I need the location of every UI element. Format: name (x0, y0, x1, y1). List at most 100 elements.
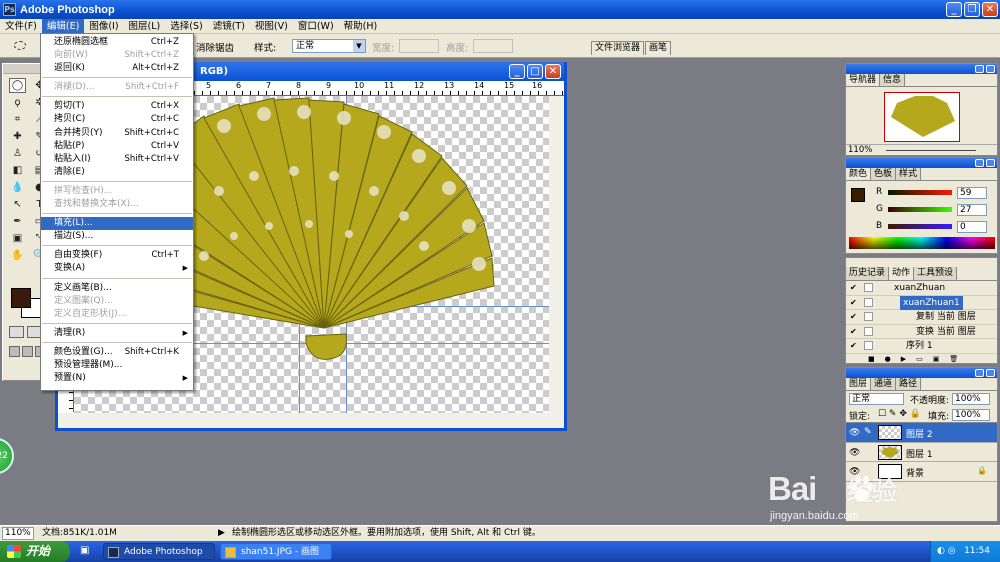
eraser-tool-icon[interactable]: ◧ (9, 163, 26, 178)
path-select-icon[interactable]: ↖ (9, 197, 26, 212)
horizontal-scrollbar[interactable] (58, 413, 564, 428)
green-value-input[interactable]: 27 (957, 204, 987, 216)
file-browser-tab[interactable]: 文件浏览器 (591, 41, 645, 55)
status-arrow-icon[interactable]: ▶ (218, 526, 225, 541)
tab-styles[interactable]: 样式 (896, 168, 922, 180)
tab-channels[interactable]: 通道 (871, 378, 897, 390)
navigator-zoom-slider[interactable] (886, 150, 976, 151)
stop-icon[interactable]: ■ (868, 354, 875, 365)
restore-button[interactable]: ❐ (964, 2, 980, 17)
elliptical-marquee-icon[interactable] (14, 41, 26, 50)
show-desktop-icon[interactable]: ▣ (80, 545, 89, 556)
brushes-tab[interactable]: 画笔 (645, 41, 672, 55)
tab-layers[interactable]: 图层 (846, 378, 872, 390)
menu-help[interactable]: 帮助(H) (339, 19, 383, 34)
menu-purge[interactable]: 清理(R) ▶ (41, 327, 193, 340)
menu-edit[interactable]: 编辑(E) (41, 18, 85, 34)
menu-stroke[interactable]: 描边(S)... (41, 230, 193, 243)
hand-tool-icon[interactable]: ✋ (9, 248, 26, 263)
action-row[interactable]: ✔ 序列 1 (846, 339, 997, 354)
color-spectrum-bar[interactable] (849, 237, 995, 249)
menu-clear[interactable]: 清除(E) (41, 166, 193, 179)
tab-tool-presets[interactable]: 工具预设 (914, 267, 958, 280)
menu-free-transform[interactable]: 自由变换(F) Ctrl+T (41, 249, 193, 262)
panel-minimize-button[interactable] (975, 369, 984, 377)
crop-tool-icon[interactable]: ⌗ (9, 112, 26, 127)
lock-icons[interactable]: ☐ ✎ ✥ 🔒 (878, 409, 921, 419)
foreground-color-swatch[interactable] (11, 288, 31, 308)
dialog-toggle[interactable] (864, 326, 873, 336)
vertical-scrollbar[interactable] (549, 96, 564, 414)
check-icon[interactable]: ✔ (850, 341, 859, 350)
panel-close-button[interactable] (986, 65, 995, 73)
new-set-icon[interactable]: ▭ (916, 354, 923, 365)
menu-copy[interactable]: 拷贝(C) Ctrl+C (41, 113, 193, 126)
lasso-tool-icon[interactable]: ϙ (9, 95, 26, 110)
doc-maximize-button[interactable]: □ (527, 64, 543, 79)
menu-color-settings[interactable]: 颜色设置(G)... Shift+Ctrl+K (41, 346, 193, 359)
height-input[interactable] (473, 39, 513, 53)
layer-row-layer1[interactable]: 👁 图层 1 (846, 443, 997, 462)
menu-image[interactable]: 图像(I) (84, 19, 123, 34)
menu-spell-check[interactable]: 拼写检查(H)... (41, 185, 193, 198)
menu-fill[interactable]: 填充(L)... (41, 217, 193, 231)
screen-mode-full-menu[interactable] (22, 346, 33, 357)
dialog-toggle[interactable] (864, 312, 873, 321)
blend-mode-select[interactable]: 正常 (849, 393, 904, 405)
panel-minimize-button[interactable] (975, 65, 984, 73)
action-row[interactable]: ✔ 变换 当前 图层 (846, 325, 997, 339)
blue-slider[interactable] (888, 224, 952, 229)
blur-tool-icon[interactable]: 💧 (9, 180, 26, 195)
menu-window[interactable]: 窗口(W) (293, 19, 339, 34)
menu-file[interactable]: 文件(F) (0, 19, 42, 34)
tab-color[interactable]: 颜色 (846, 168, 872, 180)
opacity-input[interactable]: 100% (952, 393, 990, 405)
taskbar-item-paint[interactable]: shan51.JPG - 画图 (220, 543, 332, 560)
record-icon[interactable]: ● (885, 354, 891, 365)
navigator-zoom[interactable]: 110% (848, 145, 872, 155)
menu-define-brush[interactable]: 定义画笔(B)... (41, 282, 193, 295)
eye-icon[interactable]: 👁 (849, 428, 860, 438)
panel-close-button[interactable] (986, 159, 995, 167)
tab-swatches[interactable]: 色板 (871, 168, 897, 180)
panel-minimize-button[interactable] (975, 159, 984, 167)
menu-preset-manager[interactable]: 预设管理器(M)... (41, 359, 193, 372)
check-icon[interactable]: ✔ (850, 298, 859, 307)
fill-input[interactable]: 100% (952, 409, 990, 421)
panel-close-button[interactable] (986, 369, 995, 377)
status-zoom-input[interactable]: 110% (2, 527, 34, 540)
play-icon[interactable]: ▶ (901, 354, 906, 365)
floating-badge[interactable]: 22 (0, 438, 14, 474)
minimize-button[interactable]: _ (946, 2, 962, 17)
dialog-toggle[interactable] (864, 341, 873, 350)
layer-row-background[interactable]: 👁 背景 🔒 (846, 462, 997, 482)
tab-navigator[interactable]: 导航器 (846, 74, 881, 86)
menu-paste-into[interactable]: 粘贴入(I) Shift+Ctrl+V (41, 153, 193, 166)
doc-minimize-button[interactable]: _ (509, 64, 525, 79)
tab-history[interactable]: 历史记录 (846, 267, 890, 280)
menu-transform[interactable]: 变换(A) ▶ (41, 262, 193, 275)
width-input[interactable] (399, 39, 439, 53)
new-action-icon[interactable]: ▣ (933, 354, 940, 365)
red-slider[interactable] (888, 190, 952, 195)
check-icon[interactable]: ✔ (850, 327, 859, 336)
pen-tool-icon[interactable]: ✒ (9, 214, 26, 229)
eye-icon[interactable]: 👁 (849, 467, 860, 477)
marquee-tool-icon[interactable]: ◯ (9, 78, 26, 93)
menu-view[interactable]: 视图(V) (250, 19, 293, 34)
action-row-selected[interactable]: ✔ xuanZhuan1 (846, 295, 997, 310)
tab-actions[interactable]: 动作 (889, 267, 915, 280)
navigator-thumbnail[interactable] (884, 92, 960, 142)
clone-stamp-icon[interactable]: ♙ (9, 146, 26, 161)
menu-define-shape[interactable]: 定义自定形状(J)... (41, 308, 193, 321)
tray-icons[interactable]: ◐ ◎ (937, 541, 956, 562)
menu-preferences[interactable]: 预置(N) ▶ (41, 372, 193, 385)
menu-paste[interactable]: 粘贴(P) Ctrl+V (41, 140, 193, 153)
menu-select[interactable]: 选择(S) (165, 19, 207, 34)
dialog-toggle[interactable] (864, 297, 873, 307)
tab-info[interactable]: 信息 (880, 74, 906, 86)
trash-icon[interactable]: 🗑 (949, 354, 958, 365)
start-button[interactable]: 开始 (0, 541, 70, 562)
standard-mode-button[interactable] (9, 326, 24, 338)
menu-find-replace[interactable]: 查找和替换文本(X)... (41, 198, 193, 211)
